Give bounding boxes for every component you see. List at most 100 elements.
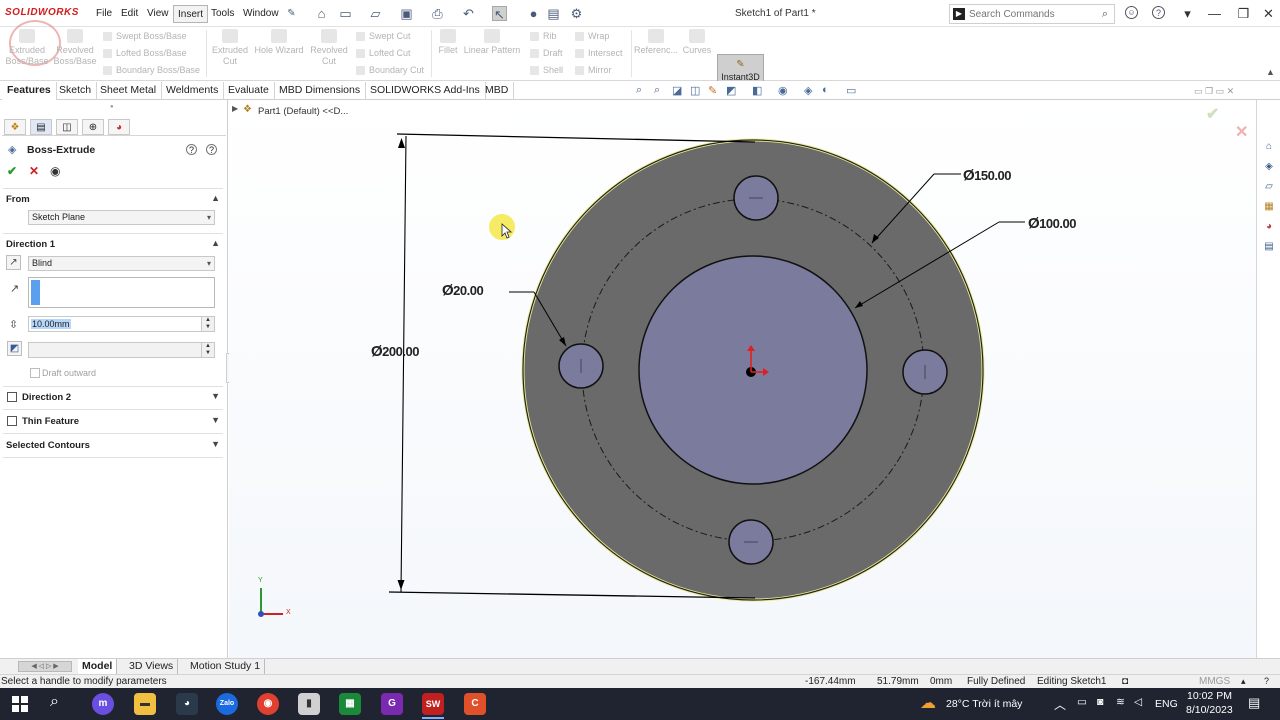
open-folder-icon[interactable]: ▱ <box>368 6 383 21</box>
color-picker-icon[interactable]: ◕ <box>176 693 198 715</box>
solidworks-logo[interactable]: SOLIDWORKS <box>5 7 79 18</box>
menu-window[interactable]: Window <box>239 5 283 23</box>
weather-icon[interactable]: ☁ <box>920 693 936 713</box>
network-icon[interactable]: ▭ <box>1077 696 1087 708</box>
depth-input[interactable]: 10.00mm ▲ ▼ <box>28 316 215 332</box>
wrap-button[interactable]: Wrap <box>575 30 609 43</box>
close-icon[interactable]: ✕ <box>1261 6 1276 21</box>
direction-vector-field[interactable] <box>28 277 215 308</box>
new-document-icon[interactable]: ▭ <box>338 6 353 21</box>
feature-manager-tab-icon[interactable]: ❖ <box>4 119 26 135</box>
undo-icon[interactable]: ↶ <box>461 6 476 21</box>
appearances-icon[interactable]: ◕ <box>1262 220 1276 234</box>
menu-file[interactable]: File <box>92 5 116 23</box>
configuration-manager-tab-icon[interactable]: ◫ <box>56 119 78 135</box>
clock-time[interactable]: 10:02 PM <box>1187 690 1232 702</box>
view-orientation-icon[interactable]: ◩ <box>726 84 736 97</box>
select-pointer-icon[interactable]: ↖ <box>492 6 507 22</box>
revolved-cut-button[interactable]: Revolved Cut <box>308 29 350 67</box>
end-condition-select[interactable]: Blind ▾ <box>28 256 215 271</box>
swept-cut-button[interactable]: Swept Cut <box>356 30 411 43</box>
options-gear-icon[interactable]: ⚙ <box>569 6 584 21</box>
tab-motion-study-1[interactable]: Motion Study 1 <box>186 659 266 674</box>
display-style-icon[interactable]: ◧ <box>752 84 762 97</box>
edit-appearance-icon[interactable]: ◈ <box>804 84 812 97</box>
messenger-icon[interactable]: m <box>92 693 114 715</box>
user-account-icon[interactable]: ☺ <box>1125 6 1138 19</box>
detailed-preview-icon[interactable]: ? <box>186 144 197 155</box>
apply-scene-icon[interactable]: ◐ <box>822 84 829 96</box>
draft-outward-checkbox[interactable] <box>30 368 40 378</box>
lofted-cut-button[interactable]: Lofted Cut <box>356 47 411 60</box>
boundary-boss-button[interactable]: Boundary Boss/Base <box>103 64 200 77</box>
draft-on-off-icon[interactable]: ◩ <box>7 341 22 356</box>
design-library-icon[interactable]: ◈ <box>1262 160 1276 174</box>
custom-properties-icon[interactable]: ▤ <box>1262 240 1276 254</box>
resources-home-icon[interactable]: ⌂ <box>1262 140 1276 154</box>
home-icon[interactable]: ⌂ <box>314 6 329 21</box>
intersect-button[interactable]: Intersect <box>575 47 623 60</box>
extruded-cut-button[interactable]: Extruded Cut <box>210 29 250 67</box>
ok-check-icon[interactable]: ✔ <box>7 164 17 178</box>
from-select[interactable]: Sketch Plane ▾ <box>28 210 215 225</box>
swept-boss-button[interactable]: Swept Boss/Base <box>103 30 187 43</box>
direction2-expand-chevron-icon[interactable]: ▼ <box>211 391 220 401</box>
zoom-area-icon[interactable]: ⌕ <box>654 84 660 97</box>
menu-insert[interactable]: Insert <box>173 5 209 23</box>
view-palette-icon[interactable]: ▦ <box>1262 200 1276 214</box>
dimension-label-20[interactable]: Ø20.00 <box>442 282 484 299</box>
zoom-to-fit-icon[interactable]: ⌕ <box>636 84 642 97</box>
shell-button[interactable]: Shell <box>530 64 563 77</box>
section-view-icon[interactable]: ◫ <box>690 84 700 97</box>
boundary-cut-button[interactable]: Boundary Cut <box>356 64 424 77</box>
g-app-icon[interactable]: G <box>381 693 403 715</box>
dimxpert-tab-icon[interactable]: ⊕ <box>82 119 104 135</box>
wifi-icon[interactable]: ≋ <box>1116 696 1125 708</box>
search-icon[interactable]: ⌕ <box>50 693 59 711</box>
tab-mbd-dimensions[interactable]: MBD Dimensions <box>274 82 367 100</box>
camera-icon[interactable]: ◙ <box>1097 696 1103 708</box>
collapse-cmd-icon[interactable]: ▲ <box>1266 67 1275 77</box>
pin-icon[interactable]: ✎ <box>284 6 299 21</box>
thin-feature-section-label[interactable]: Thin Feature <box>22 416 79 427</box>
draft-button[interactable]: Draft <box>530 47 563 60</box>
selected-contours-section-label[interactable]: Selected Contours <box>6 440 90 451</box>
direction2-checkbox[interactable] <box>7 392 17 402</box>
volume-icon[interactable]: ◁ <box>1134 696 1142 708</box>
menu-view[interactable]: View <box>143 5 173 23</box>
curves-button[interactable]: Curves <box>680 29 714 56</box>
property-manager-tab-icon[interactable]: ▤ <box>30 119 52 135</box>
tab-weldments[interactable]: Weldments <box>161 82 225 100</box>
hide-show-items-icon[interactable]: ◉ <box>778 84 788 97</box>
dimension-label-150[interactable]: Ø150.00 <box>963 167 1011 184</box>
rebuild-icon[interactable]: ● <box>526 6 541 21</box>
search-scope-icon[interactable]: ▶ <box>953 8 965 20</box>
thin-feature-expand-chevron-icon[interactable]: ▼ <box>211 415 220 425</box>
reference-geometry-button[interactable]: Referenc... <box>634 29 678 56</box>
lofted-boss-button[interactable]: Lofted Boss/Base <box>103 47 187 60</box>
chrome-icon[interactable]: ◉ <box>257 693 279 715</box>
preview-eye-icon[interactable]: ◉ <box>50 164 60 178</box>
rib-button[interactable]: Rib <box>530 30 557 43</box>
direction2-section-label[interactable]: Direction 2 <box>22 392 71 403</box>
language-indicator[interactable]: ENG <box>1155 698 1178 710</box>
file-explorer-icon[interactable]: ▬ <box>134 693 156 715</box>
view-settings-icon[interactable]: ▭ <box>846 84 856 97</box>
file-explorer-icon[interactable]: ▱ <box>1262 180 1276 194</box>
zalo-icon[interactable]: Zalo <box>216 693 238 715</box>
recorder-app-icon[interactable]: C <box>464 693 486 715</box>
cancel-x-icon[interactable]: ✕ <box>29 164 39 178</box>
help-icon[interactable]: ? <box>206 144 217 155</box>
viewport-window-controls[interactable]: ▭ ❐ ▭ ✕ <box>1194 86 1234 97</box>
tab-features[interactable]: Features <box>2 82 57 100</box>
previous-view-icon[interactable]: ◪ <box>672 84 682 97</box>
panel-drag-handle[interactable]: ● <box>110 104 114 110</box>
windows-start-icon[interactable] <box>12 696 28 712</box>
help-dropdown-icon[interactable]: ▾ <box>1180 6 1195 21</box>
from-section-label[interactable]: From <box>6 194 30 205</box>
selected-contours-expand-chevron-icon[interactable]: ▼ <box>211 439 220 449</box>
notifications-icon[interactable]: ▤ <box>1248 695 1260 711</box>
tab-3d-views[interactable]: 3D Views <box>125 659 179 674</box>
search-input[interactable] <box>969 7 1089 21</box>
search-icon[interactable]: ⌕ <box>1102 8 1108 21</box>
